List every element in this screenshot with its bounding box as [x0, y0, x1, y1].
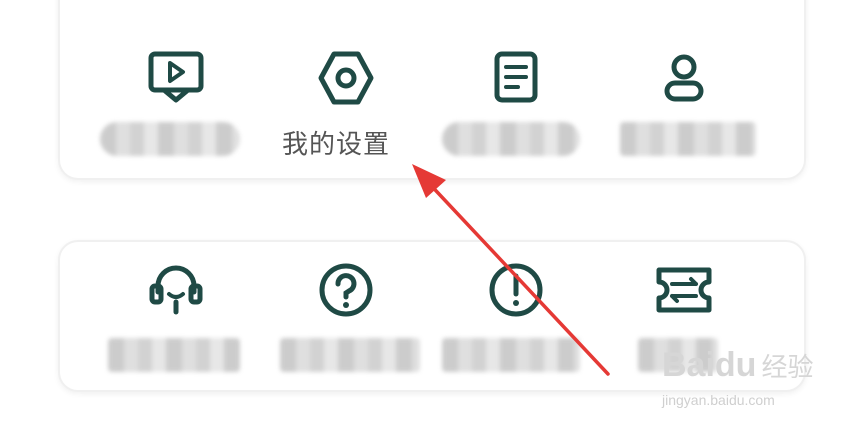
watermark-brand-cn: 经验 — [761, 353, 814, 383]
watermark-brand: Baidu — [662, 346, 757, 384]
watermark-url: jingyan.baidu.com — [662, 392, 775, 408]
baidu-watermark: Baidu 经验 jingyan.baidu.com — [662, 346, 814, 408]
